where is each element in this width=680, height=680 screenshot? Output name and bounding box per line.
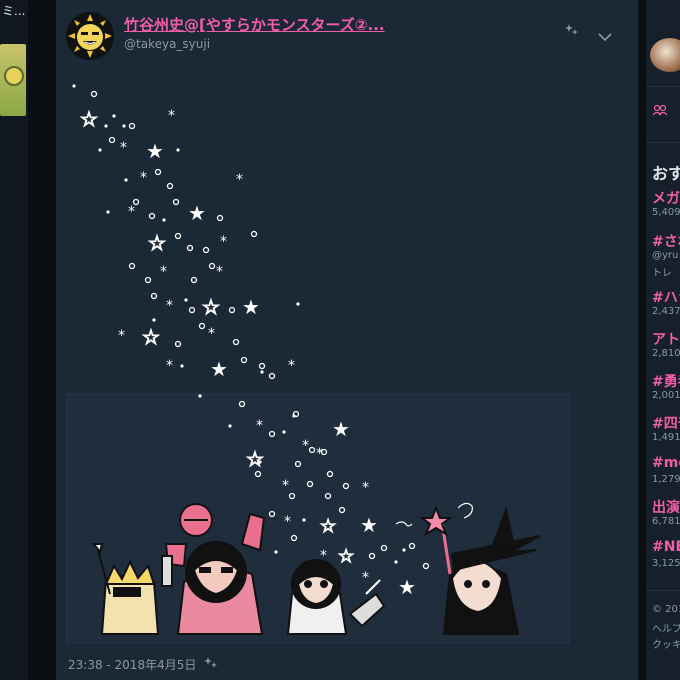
svg-text:*: *	[302, 438, 309, 454]
sparkle-icon[interactable]	[565, 23, 579, 41]
trend-item[interactable]: 出演	[652, 497, 680, 517]
svg-text:*: *	[282, 478, 289, 494]
trend-count: 1,279	[652, 474, 680, 485]
divider	[646, 590, 680, 591]
svg-text:☆: ☆	[320, 516, 336, 537]
display-name-link[interactable]: 竹谷州史@[やすらかモンスターズ②...	[124, 14, 385, 35]
svg-text:*: *	[120, 140, 127, 156]
svg-text:*: *	[220, 234, 227, 250]
footer-cookie-link[interactable]: クッキ	[652, 636, 680, 651]
svg-text:★: ★	[332, 417, 350, 441]
svg-text:*: *	[284, 514, 291, 530]
divider	[646, 142, 680, 143]
svg-text:*: *	[236, 172, 243, 188]
trend-extra: トレ	[652, 268, 672, 279]
thumbnail-image[interactable]	[0, 44, 26, 116]
trend-item[interactable]: アト	[652, 329, 680, 349]
trend-item[interactable]: #ハラ	[652, 287, 680, 307]
trends-title: おす	[652, 164, 680, 183]
footer-copyright: © 201	[652, 604, 680, 615]
trend-count: 2,001	[652, 390, 680, 401]
trend-count: 5,409	[652, 207, 680, 218]
svg-text:*: *	[216, 264, 223, 280]
svg-text:*: *	[128, 204, 135, 220]
food-thumbnail[interactable]	[650, 38, 680, 72]
svg-text:★: ★	[146, 139, 164, 163]
svg-text:*: *	[160, 264, 167, 280]
svg-text:*: *	[166, 358, 173, 374]
left-background-column: ミ...	[0, 0, 28, 680]
svg-text:*: *	[288, 358, 295, 374]
user-handle[interactable]: @takeya_syuji	[124, 37, 210, 51]
svg-text:☆: ☆	[142, 325, 160, 349]
people-icon[interactable]	[652, 104, 668, 120]
trends-sidebar: おす メガ 5,409 #され @yru トレ #ハラ 2,437 アト 2,8…	[646, 0, 680, 680]
footer-help-link[interactable]: ヘルプ	[652, 620, 680, 635]
trend-item[interactable]: #四千	[652, 413, 680, 433]
svg-text:*: *	[140, 170, 147, 186]
svg-text:*: *	[256, 418, 263, 434]
svg-text:☆: ☆	[246, 447, 264, 471]
svg-text:*: *	[362, 570, 369, 586]
svg-text:☆: ☆	[80, 107, 98, 131]
sparkle-icon[interactable]	[204, 656, 218, 674]
tweet-media-image[interactable]: ☆ ★ ★ ☆ ☆ ★ ☆ ★ ★ ☆ ☆ ★ ☆ ★ * * * * * * * * * …	[66, 74, 570, 644]
trend-item[interactable]: メガ	[652, 188, 680, 208]
trend-count: @yru	[652, 250, 679, 261]
svg-text:*: *	[166, 298, 173, 314]
trend-item[interactable]: #me	[652, 455, 680, 471]
trend-count: 2,437	[652, 306, 680, 317]
tweet-timestamp[interactable]: 23:38 - 2018年4月5日	[68, 656, 196, 673]
trend-count: 6,781	[652, 516, 680, 527]
trend-count: 3,125	[652, 558, 680, 569]
svg-text:*: *	[118, 328, 125, 344]
divider	[646, 86, 680, 87]
svg-text:*: *	[362, 480, 369, 496]
svg-text:★: ★	[210, 357, 228, 381]
trend-count: 1,491	[652, 432, 680, 443]
svg-text:★: ★	[242, 295, 260, 319]
svg-text:☆: ☆	[202, 295, 220, 319]
svg-text:★: ★	[360, 513, 378, 537]
trend-count: 2,810	[652, 348, 680, 359]
svg-text:*: *	[208, 326, 215, 342]
chevron-down-icon[interactable]	[598, 28, 612, 46]
truncated-label: ミ...	[2, 4, 26, 18]
trend-item[interactable]: #NE	[652, 539, 680, 555]
svg-text:★: ★	[398, 575, 416, 599]
svg-text:☆: ☆	[338, 546, 354, 567]
svg-text:*: *	[168, 108, 175, 124]
svg-text:☆: ☆	[148, 231, 166, 255]
avatar[interactable]	[66, 12, 114, 60]
trend-item[interactable]: #勇者	[652, 371, 680, 391]
svg-text:★: ★	[188, 201, 206, 225]
trend-item[interactable]: #され	[652, 231, 680, 251]
